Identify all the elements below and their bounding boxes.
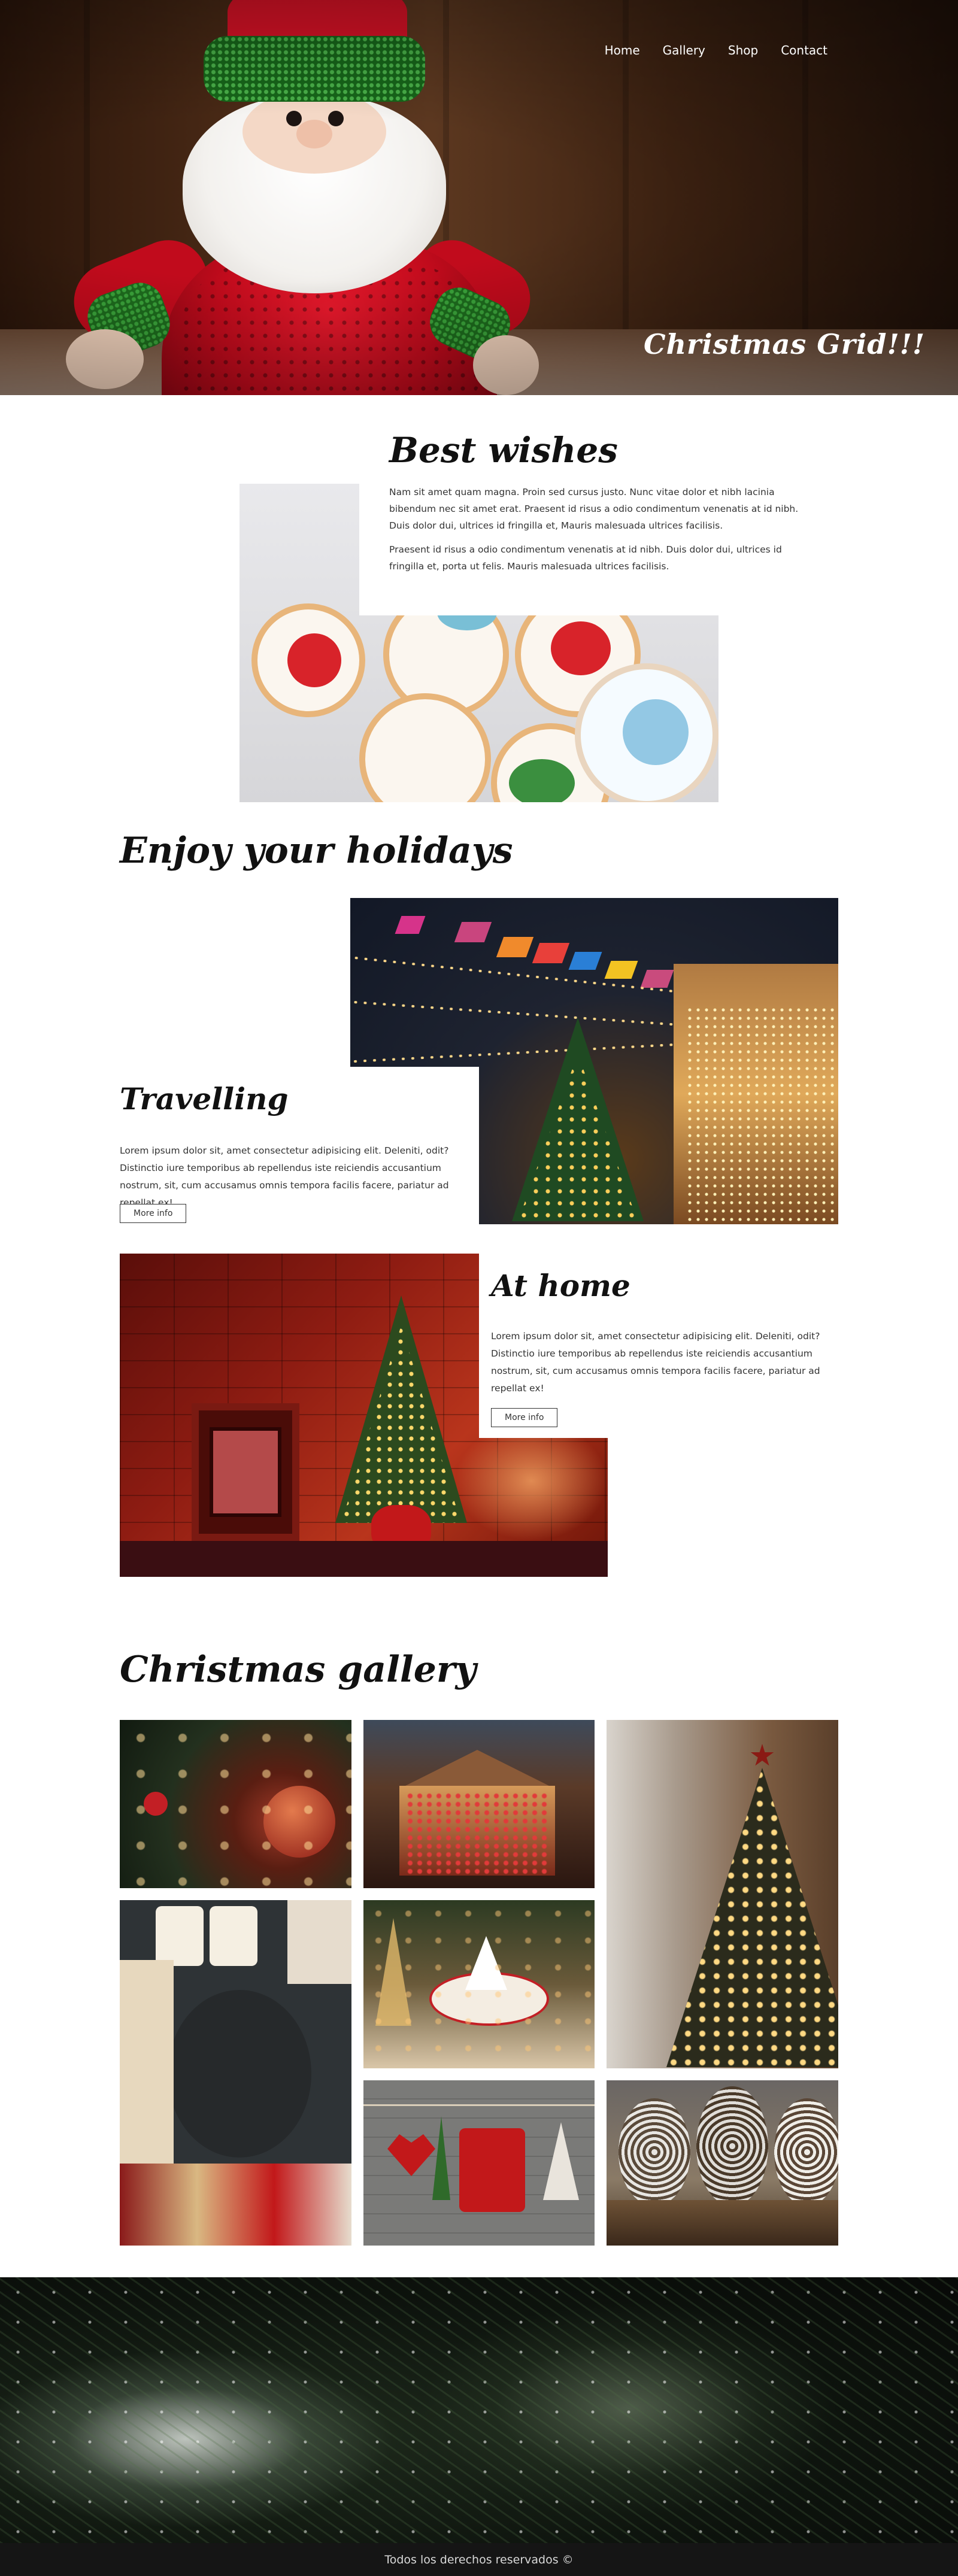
gallery-table-setting-photo[interactable] xyxy=(363,1900,595,2068)
gallery-gifts-and-candles-photo[interactable] xyxy=(120,1900,351,2246)
gallery-felt-ornaments-photo[interactable] xyxy=(363,2080,595,2246)
site-footer: Todos los derechos reservados © xyxy=(0,2543,958,2576)
gallery-pine-cones-photo[interactable] xyxy=(607,2080,838,2246)
main-nav: Home Gallery Shop Contact xyxy=(605,43,827,57)
best-wishes-paragraph-1: Nam sit amet quam magna. Proin sed cursu… xyxy=(389,487,799,531)
travelling-more-info-button[interactable]: More info xyxy=(120,1204,187,1223)
at-home-heading: At home xyxy=(491,1268,630,1303)
nav-shop-link[interactable]: Shop xyxy=(728,43,758,57)
travelling-heading: Travelling xyxy=(120,1081,289,1116)
best-wishes-paragraph-2: Praesent id risus a odio condimentum ven… xyxy=(389,544,782,572)
hero-title: Christmas Grid!!! xyxy=(644,328,926,360)
nav-gallery-link[interactable]: Gallery xyxy=(663,43,705,57)
at-home-text: Lorem ipsum dolor sit, amet consectetur … xyxy=(491,1331,820,1394)
gallery-lit-christmas-tree-photo[interactable] xyxy=(607,1720,838,2068)
snowy-pine-branches-photo xyxy=(0,2277,958,2543)
christmas-gallery-heading: Christmas gallery xyxy=(120,1649,477,1691)
nav-home-link[interactable]: Home xyxy=(605,43,640,57)
best-wishes-heading: Best wishes xyxy=(389,430,618,471)
best-wishes-text: Nam sit amet quam magna. Proin sed cursu… xyxy=(389,484,808,582)
footer-copyright-text: Todos los derechos reservados © xyxy=(384,2553,574,2566)
at-home-more-info-button[interactable]: More info xyxy=(491,1408,558,1427)
gallery-ornament-tree-photo[interactable] xyxy=(120,1720,351,1888)
hero-banner: Home Gallery Shop Contact Christmas Grid… xyxy=(0,0,958,395)
nav-contact-link[interactable]: Contact xyxy=(781,43,827,57)
travelling-text: Lorem ipsum dolor sit, amet consectetur … xyxy=(120,1145,449,1208)
enjoy-holidays-heading: Enjoy your holidays xyxy=(120,830,513,872)
gallery-christmas-market-stall-photo[interactable] xyxy=(363,1720,595,1888)
